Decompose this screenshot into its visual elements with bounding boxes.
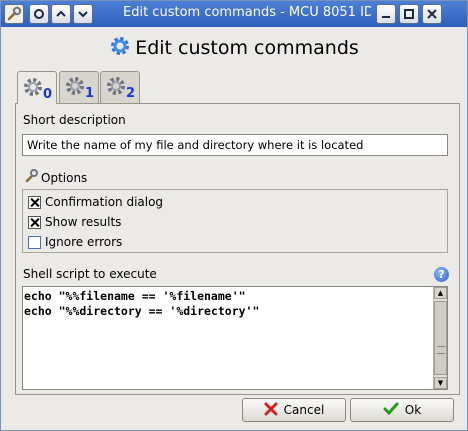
- shade-down-button[interactable]: [73, 4, 93, 24]
- checkbox-label: Ignore errors: [45, 235, 123, 249]
- minimize-button[interactable]: [376, 4, 396, 24]
- tab-label: 1: [84, 86, 94, 101]
- script-line: echo "%%filename == '%filename'": [24, 289, 246, 303]
- checkbox-checked-icon[interactable]: [28, 215, 41, 229]
- page-title: Edit custom commands: [135, 36, 359, 59]
- scroll-down-icon[interactable]: ▼: [434, 377, 447, 389]
- maximize-button[interactable]: [399, 4, 419, 24]
- scrollbar-thumb[interactable]: [434, 301, 447, 375]
- wrench-icon[interactable]: [4, 4, 24, 24]
- dialog-header: Edit custom commands: [1, 35, 467, 65]
- gear-icon: [64, 75, 86, 100]
- window-menu-button[interactable]: [29, 4, 49, 24]
- show-results-checkbox[interactable]: Show results: [28, 214, 121, 230]
- scroll-up-icon[interactable]: ▲: [434, 287, 447, 299]
- checkbox-checked-icon[interactable]: [28, 195, 41, 209]
- ok-button-label: Ok: [404, 403, 422, 417]
- script-label: Shell script to execute: [23, 267, 157, 281]
- script-editor[interactable]: echo "%%filename == '%filename'" echo "%…: [22, 286, 448, 390]
- gear-icon: [109, 35, 131, 60]
- ok-button[interactable]: Ok: [350, 398, 454, 422]
- close-button[interactable]: [422, 4, 442, 24]
- tab-1[interactable]: 1: [59, 71, 99, 103]
- dialog-window: Edit custom commands - MCU 8051 IDE v Ed…: [0, 0, 468, 431]
- tab-label: 0: [42, 87, 52, 102]
- window-title: Edit custom commands - MCU 8051 IDE v: [123, 5, 371, 20]
- short-description-input[interactable]: [22, 134, 448, 156]
- tab-label: 2: [125, 86, 135, 101]
- shade-up-button[interactable]: [51, 4, 71, 24]
- tab-2[interactable]: 2: [100, 71, 140, 103]
- options-label: Options: [41, 170, 88, 185]
- grip-icon: [437, 346, 445, 354]
- title-bar[interactable]: Edit custom commands - MCU 8051 IDE v: [1, 1, 467, 27]
- cancel-button-label: Cancel: [283, 403, 325, 417]
- cancel-x-icon: [264, 402, 278, 419]
- checkbox-unchecked-icon[interactable]: [28, 235, 41, 249]
- wrench-icon: [23, 168, 39, 187]
- checkbox-label: Show results: [45, 215, 122, 229]
- gear-icon: [22, 76, 44, 101]
- vertical-scrollbar[interactable]: ▲ ▼: [433, 287, 447, 389]
- help-icon[interactable]: ?: [434, 267, 449, 282]
- check-icon: [383, 402, 399, 419]
- options-heading: Options: [23, 168, 87, 187]
- script-content[interactable]: echo "%%filename == '%filename'" echo "%…: [24, 289, 259, 319]
- confirmation-dialog-checkbox[interactable]: Confirmation dialog: [28, 194, 163, 210]
- script-line: echo "%%directory == '%directory'": [24, 304, 260, 318]
- checkbox-label: Confirmation dialog: [45, 195, 164, 209]
- cancel-button[interactable]: Cancel: [242, 398, 346, 422]
- ignore-errors-checkbox[interactable]: Ignore errors: [28, 234, 122, 250]
- gear-icon: [105, 75, 127, 100]
- tab-0[interactable]: 0: [17, 71, 57, 104]
- short-description-label: Short description: [23, 113, 126, 127]
